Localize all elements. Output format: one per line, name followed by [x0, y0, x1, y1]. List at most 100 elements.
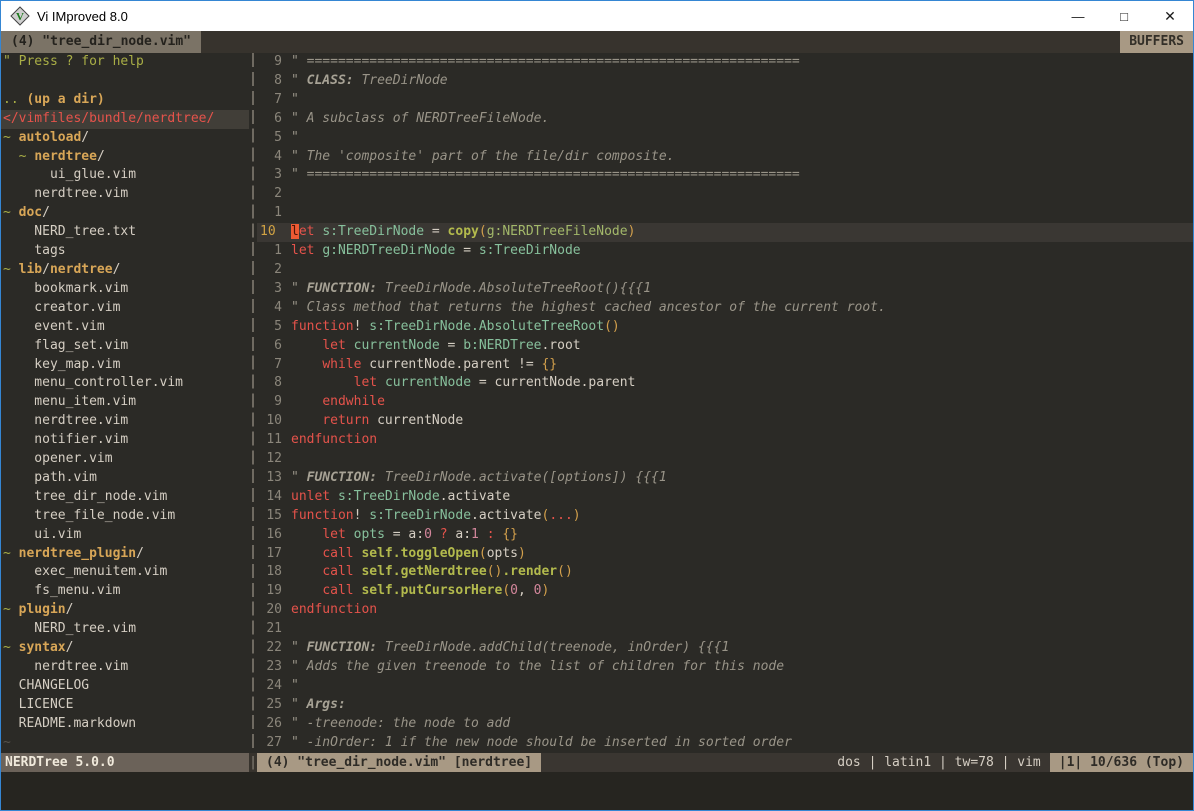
code-token: ( [502, 583, 510, 598]
code-line[interactable]: 15function! s:TreeDirNode.activate(...) [257, 507, 1193, 526]
tree-item[interactable]: tree_file_node.vim [1, 507, 249, 526]
buffers-label[interactable]: BUFFERS [1120, 31, 1193, 53]
code-line[interactable]: 11endfunction [257, 431, 1193, 450]
code-line[interactable]: 25" Args: [257, 696, 1193, 715]
code-line[interactable]: 2 [257, 185, 1193, 204]
close-button[interactable]: ✕ [1147, 1, 1193, 31]
minimize-button[interactable]: — [1055, 1, 1101, 31]
code-line[interactable]: 21 [257, 620, 1193, 639]
tree-token: event.vim [3, 319, 105, 334]
tree-item[interactable]: .. (up a dir) [1, 91, 249, 110]
tree-root-item[interactable]: </vimfiles/bundle/nerdtree/ [1, 110, 249, 129]
code-token [291, 375, 354, 390]
code-line[interactable]: 23" Adds the given treenode to the list … [257, 658, 1193, 677]
line-number: 2 [257, 185, 291, 204]
tree-item[interactable]: flag_set.vim [1, 337, 249, 356]
tree-item[interactable] [1, 72, 249, 91]
code-line[interactable]: 27" -inOrder: 1 if the new node should b… [257, 734, 1193, 753]
tree-item[interactable]: ~ lib/nerdtree/ [1, 261, 249, 280]
code-line[interactable]: 1 [257, 204, 1193, 223]
tree-item[interactable]: NERD_tree.vim [1, 620, 249, 639]
code-line[interactable]: 24" [257, 677, 1193, 696]
line-number: 15 [257, 507, 291, 526]
tree-item[interactable]: fs_menu.vim [1, 582, 249, 601]
tree-item[interactable]: nerdtree.vim [1, 412, 249, 431]
code-line-current[interactable]: 10let s:TreeDirNode = copy(g:NERDTreeFil… [257, 223, 1193, 242]
tree-item[interactable]: ~ [1, 734, 249, 753]
tree-item[interactable]: ~ nerdtree_plugin/ [1, 545, 249, 564]
code-line[interactable]: 17 call self.toggleOpen(opts) [257, 545, 1193, 564]
tree-item[interactable]: " Press ? for help [1, 53, 249, 72]
code-line[interactable]: 6 let currentNode = b:NERDTree.root [257, 337, 1193, 356]
tree-item[interactable]: menu_item.vim [1, 393, 249, 412]
code-line[interactable]: 9" =====================================… [257, 53, 1193, 72]
tree-item[interactable]: tree_dir_node.vim [1, 488, 249, 507]
code-line[interactable]: 14unlet s:TreeDirNode.activate [257, 488, 1193, 507]
tree-item[interactable]: opener.vim [1, 450, 249, 469]
code-line[interactable]: 18 call self.getNerdtree().render() [257, 563, 1193, 582]
tree-item[interactable]: tags [1, 242, 249, 261]
cursor-position-indicator: |1| 10/636 (Top) [1050, 753, 1193, 772]
tree-item[interactable]: menu_controller.vim [1, 374, 249, 393]
tab-active[interactable]: (4) "tree_dir_node.vim" [1, 31, 201, 53]
code-line[interactable]: 22" FUNCTION: TreeDirNode.addChild(treen… [257, 639, 1193, 658]
tree-token: plugin [19, 602, 66, 617]
tree-item[interactable]: exec_menuitem.vim [1, 563, 249, 582]
tree-item[interactable]: CHANGELOG [1, 677, 249, 696]
code-line[interactable]: 26" -treenode: the node to add [257, 715, 1193, 734]
tree-item[interactable]: ~ nerdtree/ [1, 148, 249, 167]
tree-item[interactable]: ~ plugin/ [1, 601, 249, 620]
window-separator[interactable] [249, 53, 257, 753]
code-line[interactable]: 4" Class method that returns the highest… [257, 299, 1193, 318]
tree-item[interactable]: creator.vim [1, 299, 249, 318]
code-line[interactable]: 3" FUNCTION: TreeDirNode.AbsoluteTreeRoo… [257, 280, 1193, 299]
code-line[interactable]: 5function! s:TreeDirNode.AbsoluteTreeRoo… [257, 318, 1193, 337]
code-token: s:TreeDirNode [369, 508, 471, 523]
code-line[interactable]: 16 let opts = a:0 ? a:1 : {} [257, 526, 1193, 545]
code-line[interactable]: 1let g:NERDTreeDirNode = s:TreeDirNode [257, 242, 1193, 261]
tree-token: lib [19, 262, 42, 277]
tree-item[interactable]: README.markdown [1, 715, 249, 734]
code-line[interactable]: 9 endwhile [257, 393, 1193, 412]
tree-item[interactable]: LICENCE [1, 696, 249, 715]
tree-item[interactable]: notifier.vim [1, 431, 249, 450]
command-line[interactable] [1, 772, 1193, 810]
tree-item[interactable]: ui.vim [1, 526, 249, 545]
code-line[interactable]: 4" The 'composite' part of the file/dir … [257, 148, 1193, 167]
tree-item[interactable]: event.vim [1, 318, 249, 337]
tree-item[interactable]: ~ syntax/ [1, 639, 249, 658]
tree-item[interactable]: bookmark.vim [1, 280, 249, 299]
tree-token: tree_file_node.vim [3, 508, 175, 523]
code-line[interactable]: 8" CLASS: TreeDirNode [257, 72, 1193, 91]
tree-item[interactable]: ~ autoload/ [1, 129, 249, 148]
statusline-separator[interactable]: | [249, 753, 257, 772]
code-line[interactable]: 3" =====================================… [257, 166, 1193, 185]
titlebar[interactable]: V Vi IMproved 8.0 — □ ✕ [1, 1, 1193, 31]
code-line[interactable]: 2 [257, 261, 1193, 280]
code-line[interactable]: 12 [257, 450, 1193, 469]
tree-item[interactable]: nerdtree.vim [1, 185, 249, 204]
code-line[interactable]: 5" [257, 129, 1193, 148]
code-line[interactable]: 19 call self.putCursorHere(0, 0) [257, 582, 1193, 601]
code-token [291, 564, 322, 579]
code-token [330, 489, 338, 504]
code-line[interactable]: 8 let currentNode = currentNode.parent [257, 374, 1193, 393]
maximize-button[interactable]: □ [1101, 1, 1147, 31]
tree-item[interactable]: ui_glue.vim [1, 166, 249, 185]
tree-token: " Press ? for help [3, 54, 144, 69]
code-token: call [322, 583, 353, 598]
code-text: let s:TreeDirNode = copy(g:NERDTreeFileN… [291, 223, 635, 242]
code-line[interactable]: 7" [257, 91, 1193, 110]
code-line[interactable]: 10 return currentNode [257, 412, 1193, 431]
tree-item[interactable]: key_map.vim [1, 356, 249, 375]
code-token: {} [502, 527, 518, 542]
code-line[interactable]: 13" FUNCTION: TreeDirNode.activate([opti… [257, 469, 1193, 488]
code-line[interactable]: 6" A subclass of NERDTreeFileNode. [257, 110, 1193, 129]
code-line[interactable]: 7 while currentNode.parent != {} [257, 356, 1193, 375]
code-token: () [557, 564, 573, 579]
code-line[interactable]: 20endfunction [257, 601, 1193, 620]
tree-item[interactable]: nerdtree.vim [1, 658, 249, 677]
tree-item[interactable]: path.vim [1, 469, 249, 488]
tree-item[interactable]: ~ doc/ [1, 204, 249, 223]
tree-item[interactable]: NERD_tree.txt [1, 223, 249, 242]
